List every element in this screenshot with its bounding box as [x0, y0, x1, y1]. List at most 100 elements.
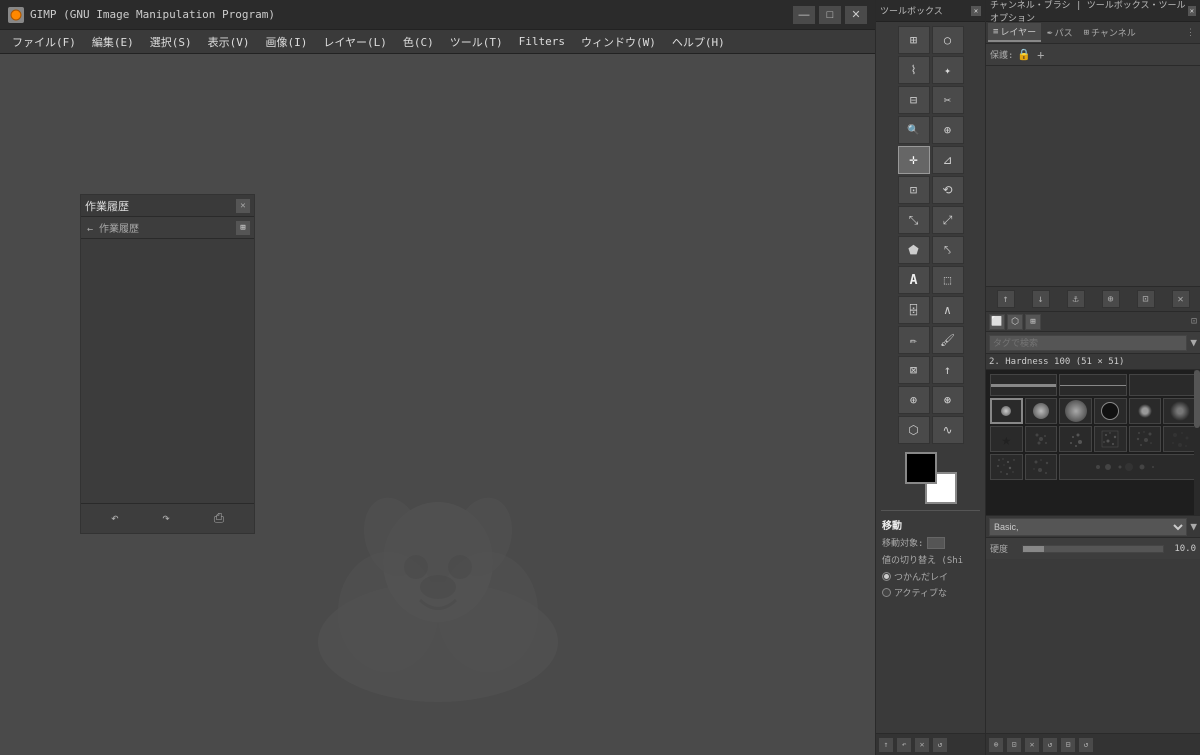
tool-rect-select[interactable]: ⊞ — [898, 26, 930, 54]
rpb-btn-delete[interactable]: ↺ — [1042, 737, 1058, 753]
brush-item-scatter1[interactable] — [990, 454, 1023, 480]
brush-item-line2[interactable] — [1059, 374, 1126, 396]
tool-flip[interactable]: ⤣ — [932, 236, 964, 264]
right-panel-close[interactable]: ✕ — [1188, 6, 1196, 16]
tool-pencil[interactable]: ✏ — [898, 326, 930, 354]
rpb-btn-6[interactable]: ↺ — [1078, 737, 1094, 753]
tb-btn-1[interactable]: ↑ — [878, 737, 894, 753]
tool-zoom[interactable]: 🔍 — [898, 116, 930, 144]
brush-item-scatter2[interactable] — [1025, 454, 1058, 480]
tool-color-select[interactable]: ⊟ — [898, 86, 930, 114]
brush-type-expand[interactable]: ▼ — [1190, 520, 1197, 533]
menu-color[interactable]: 色(C) — [395, 32, 442, 52]
history-undo-btn[interactable]: ↶ — [111, 511, 119, 526]
tool-heal[interactable]: ↑ — [932, 356, 964, 384]
foreground-color-swatch[interactable] — [905, 452, 937, 484]
tool-scale[interactable]: ⤡ — [898, 206, 930, 234]
brush-item-texture3[interactable] — [1163, 426, 1196, 452]
rpb-btn-new[interactable]: ⊕ — [988, 737, 1004, 753]
brush-search-input[interactable] — [989, 335, 1187, 351]
menu-view[interactable]: 表示(V) — [200, 32, 258, 52]
lock-icon[interactable]: 🔒 — [1017, 48, 1031, 61]
brush-item-splatter1[interactable] — [1025, 426, 1058, 452]
brush-item-circle-lg[interactable] — [1059, 398, 1092, 424]
history-print-btn[interactable]: ⎙ — [214, 511, 224, 526]
menu-file[interactable]: ファイル(F) — [4, 32, 84, 52]
add-layer-icon[interactable]: + — [1037, 48, 1044, 62]
brush-item-line3[interactable] — [1129, 374, 1196, 396]
menu-windows[interactable]: ウィンドウ(W) — [573, 32, 664, 52]
menu-image[interactable]: 画像(I) — [258, 32, 316, 52]
tool-dodge-burn[interactable]: ⬡ — [898, 416, 930, 444]
move-radio2[interactable] — [882, 588, 891, 597]
tool-bucket-fill[interactable]: ⌹ — [898, 296, 930, 324]
panel-menu-btn[interactable]: ⋮ — [1183, 28, 1198, 38]
tab-channels[interactable]: ⊞ チャンネル — [1079, 24, 1141, 41]
tb-btn-2[interactable]: ↶ — [896, 737, 912, 753]
layer-new-btn[interactable]: ⊕ — [1102, 290, 1120, 308]
close-button[interactable]: ✕ — [845, 6, 867, 24]
layer-anchor-btn[interactable]: ⚓ — [1067, 290, 1085, 308]
tool-free-select[interactable]: ⌇ — [898, 56, 930, 84]
history-panel-close-btn[interactable]: ✕ — [236, 199, 250, 213]
brush-item-line1[interactable] — [990, 374, 1057, 396]
layer-up-btn[interactable]: ↑ — [997, 290, 1015, 308]
brush-item-texture1[interactable] — [1094, 426, 1127, 452]
tool-rotate[interactable]: ⟲ — [932, 176, 964, 204]
brush-item-soft1[interactable] — [1129, 398, 1162, 424]
tool-path[interactable]: ∿ — [932, 416, 964, 444]
tab-paths[interactable]: ✒ パス — [1042, 24, 1077, 41]
minimize-button[interactable]: — — [793, 6, 815, 24]
layer-delete-btn[interactable]: ✕ — [1172, 290, 1190, 308]
brush-scrollbar[interactable] — [1194, 370, 1200, 515]
brush-item-texture2[interactable] — [1129, 426, 1162, 452]
move-radio1[interactable] — [882, 572, 891, 581]
layer-copy-btn[interactable]: ⊡ — [1137, 290, 1155, 308]
tool-crop[interactable]: ⊡ — [898, 176, 930, 204]
tool-move[interactable]: ✛ — [898, 146, 930, 174]
tool-scissors[interactable]: ✂ — [932, 86, 964, 114]
brush-search-arrow[interactable]: ▼ — [1190, 336, 1197, 349]
tool-clone[interactable]: ⊕ — [898, 386, 930, 414]
maximize-button[interactable]: □ — [819, 6, 841, 24]
tool-eraser[interactable]: ⊠ — [898, 356, 930, 384]
menu-layer[interactable]: レイヤー(L) — [315, 32, 395, 52]
brush-item-star[interactable]: ★ — [990, 426, 1023, 452]
tool-perspective[interactable]: ⬟ — [898, 236, 930, 264]
brush-item-wide[interactable] — [1059, 454, 1196, 480]
menu-filters[interactable]: Filters — [511, 33, 573, 50]
brush-item-circle-sm[interactable] — [990, 398, 1023, 424]
brush-item-circle-md[interactable] — [1025, 398, 1058, 424]
brush-item-splatter2[interactable] — [1059, 426, 1092, 452]
brush-tab-pattern[interactable]: ⬡ — [1007, 314, 1023, 330]
toolbox-close-btn[interactable]: ✕ — [971, 6, 981, 16]
tool-shear[interactable]: ⤢ — [932, 206, 964, 234]
hardness-slider[interactable] — [1022, 545, 1164, 553]
rpb-btn-5[interactable]: ⊟ — [1060, 737, 1076, 753]
tab-layers[interactable]: ≡ レイヤー — [988, 23, 1041, 42]
menu-tools[interactable]: ツール(T) — [442, 32, 511, 52]
tool-fuzzy-select[interactable]: ✦ — [932, 56, 964, 84]
tool-ellipse-select[interactable]: ○ — [932, 26, 964, 54]
tool-text[interactable]: A — [898, 266, 930, 294]
tool-measure[interactable]: ⊕ — [932, 116, 964, 144]
brush-tab-brush[interactable]: ⬜ — [989, 314, 1005, 330]
tb-btn-4[interactable]: ↺ — [932, 737, 948, 753]
brush-item-circle-lg2[interactable] — [1094, 398, 1127, 424]
tool-fill[interactable]: ⬚ — [932, 266, 964, 294]
history-redo-btn[interactable]: ↷ — [162, 511, 170, 526]
history-expand-btn[interactable]: ⊞ — [236, 221, 250, 235]
layer-down-btn[interactable]: ↓ — [1032, 290, 1050, 308]
menu-edit[interactable]: 編集(E) — [84, 32, 142, 52]
brush-tab-extra[interactable]: ⊞ — [1025, 314, 1041, 330]
menu-help[interactable]: ヘルプ(H) — [664, 32, 733, 52]
tool-blend[interactable]: ∧ — [932, 296, 964, 324]
rpb-btn-paste[interactable]: ✕ — [1024, 737, 1040, 753]
rpb-btn-copy[interactable]: ⊡ — [1006, 737, 1022, 753]
brush-item-soft2[interactable] — [1163, 398, 1196, 424]
brush-expand-btn[interactable]: ⊡ — [1191, 316, 1197, 327]
tb-btn-3[interactable]: ✕ — [914, 737, 930, 753]
tool-paintbrush[interactable]: 🖌 — [932, 326, 964, 354]
menu-select[interactable]: 選択(S) — [142, 32, 200, 52]
brush-type-select[interactable]: Basic, — [989, 518, 1187, 536]
